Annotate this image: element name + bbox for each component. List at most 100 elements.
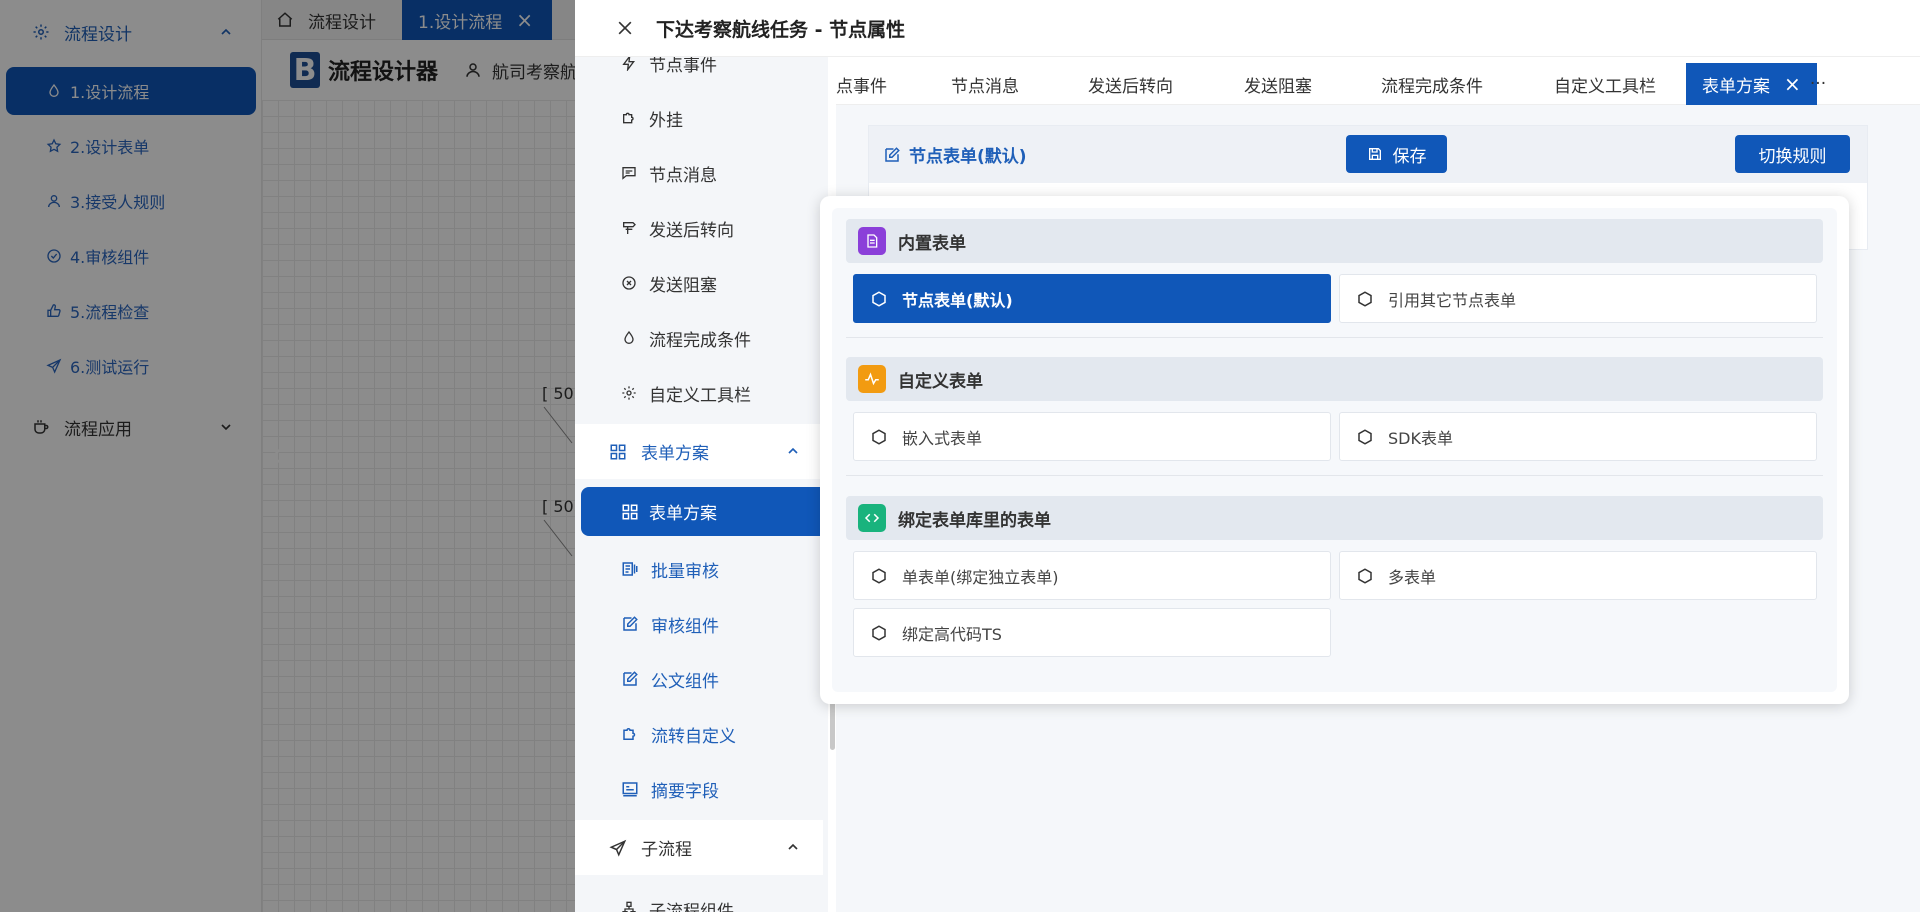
switch-rule-label: 切换规则	[1758, 146, 1827, 167]
tab-label: 表单方案	[1702, 76, 1770, 97]
section-builtin-form: 内置表单	[846, 219, 1823, 263]
menu-item-batch-audit[interactable]: 批量审核	[575, 543, 823, 595]
org-icon	[622, 901, 636, 912]
tab-node-event[interactable]: 点事件	[836, 63, 926, 105]
switch-rule-button[interactable]: 切换规则	[1735, 135, 1850, 173]
drop-icon	[624, 330, 634, 344]
form-type-popup: 内置表单 节点表单(默认) 引用其它节点表单 自定义表单 嵌入式表单 SDK表单	[820, 196, 1849, 704]
menu-item-flow-custom[interactable]: 流转自定义	[575, 708, 823, 760]
document-icon	[858, 227, 886, 255]
menu-item-label: 发送后转向	[649, 220, 734, 241]
section-title: 绑定表单库里的表单	[898, 510, 1051, 531]
menu-item-after-send[interactable]: 发送后转向	[575, 202, 823, 254]
grid-icon	[610, 444, 626, 459]
chevron-up-icon	[788, 843, 798, 850]
block-icon	[622, 276, 636, 290]
save-button-label: 保存	[1392, 146, 1427, 167]
menu-item-audit-component[interactable]: 审核组件	[575, 598, 823, 650]
tab-label: 发送阻塞	[1244, 76, 1312, 97]
menu-item-node-event[interactable]: 节点事件	[575, 57, 823, 89]
save-icon	[1368, 148, 1381, 160]
menu-item-label: 自定义工具栏	[649, 385, 751, 406]
property-tabs: 点事件 节点消息 发送后转向 发送阻塞 流程完成条件 自定义工具栏 表单方案 ×…	[836, 57, 1920, 105]
option-bind-high-code-ts[interactable]: 绑定高代码TS	[853, 608, 1331, 657]
summary-icon	[622, 782, 638, 797]
tab-label: 节点消息	[951, 76, 1019, 97]
option-reference-other-node-form[interactable]: 引用其它节点表单	[1339, 274, 1817, 323]
hexagon-icon	[1358, 428, 1372, 445]
hexagon-icon	[1358, 290, 1372, 307]
close-icon[interactable]	[615, 18, 635, 38]
tab-label: 流程完成条件	[1381, 76, 1483, 97]
menu-item-plugin[interactable]: 外挂	[575, 92, 823, 144]
section-title: 自定义表单	[898, 371, 983, 392]
code-icon	[858, 504, 886, 532]
tab-after-send[interactable]: 发送后转向	[1088, 63, 1173, 105]
popup-body: 内置表单 节点表单(默认) 引用其它节点表单 自定义表单 嵌入式表单 SDK表单	[832, 208, 1837, 692]
hexagon-icon	[1358, 567, 1372, 584]
grid-icon	[622, 504, 638, 519]
tab-send-block[interactable]: 发送阻塞	[1244, 63, 1312, 105]
option-label: 多表单	[1388, 567, 1437, 587]
menu-item-label: 摘要字段	[651, 781, 719, 802]
drawer-side-menu: 节点事件 外挂 节点消息 发送后转向 发送阻塞 流程完成条件 自定义工具栏 表单…	[575, 57, 828, 912]
menu-item-document-component[interactable]: 公文组件	[575, 653, 823, 705]
option-embedded-form[interactable]: 嵌入式表单	[853, 412, 1331, 461]
hexagon-icon	[872, 428, 886, 445]
menu-item-label: 流转自定义	[651, 726, 736, 747]
section-bind-library-form: 绑定表单库里的表单	[846, 496, 1823, 540]
option-node-form-default[interactable]: 节点表单(默认)	[853, 274, 1331, 323]
section-title: 内置表单	[898, 233, 966, 254]
edit-icon	[623, 671, 638, 686]
save-button[interactable]: 保存	[1346, 135, 1447, 173]
section-custom-form: 自定义表单	[846, 357, 1823, 401]
menu-item-label: 公文组件	[651, 671, 719, 692]
pulse-icon	[858, 365, 886, 393]
tab-label: 自定义工具栏	[1554, 76, 1656, 97]
menu-item-complete-condition[interactable]: 流程完成条件	[575, 312, 823, 364]
more-tabs-button[interactable]: ···	[1796, 63, 1840, 105]
menu-item-label: 发送阻塞	[649, 275, 717, 296]
tab-custom-toolbar[interactable]: 自定义工具栏	[1554, 63, 1656, 105]
hexagon-icon	[872, 290, 886, 307]
menu-item-send-block[interactable]: 发送阻塞	[575, 257, 823, 309]
option-label: 节点表单(默认)	[902, 290, 1013, 310]
gear-icon	[622, 386, 636, 400]
option-label: 绑定高代码TS	[902, 624, 1002, 644]
menu-item-subflow-component[interactable]: 子流程组件	[575, 883, 823, 912]
section-divider	[846, 475, 1823, 476]
edit-icon	[623, 616, 638, 631]
signpost-icon	[623, 222, 636, 234]
menu-item-label: 表单方案	[649, 504, 717, 524]
drawer-title: 下达考察航线任务 - 节点属性	[656, 18, 906, 41]
option-label: 嵌入式表单	[902, 428, 983, 448]
menu-group-subflow[interactable]: 子流程	[575, 820, 823, 875]
option-label: SDK表单	[1388, 428, 1453, 448]
menu-group-form-scheme[interactable]: 表单方案	[575, 424, 823, 479]
message-icon	[622, 167, 636, 180]
tab-node-message[interactable]: 节点消息	[951, 63, 1019, 105]
option-label: 单表单(绑定独立表单)	[902, 567, 1059, 587]
send-icon	[609, 839, 627, 857]
menu-item-label: 节点消息	[649, 165, 717, 186]
hexagon-icon	[872, 624, 886, 641]
puzzle-icon	[623, 112, 634, 124]
menu-item-form-scheme[interactable]: 表单方案	[581, 487, 823, 536]
hexagon-icon	[872, 567, 886, 584]
option-multi-form[interactable]: 多表单	[1339, 551, 1817, 600]
menu-item-label: 审核组件	[651, 616, 719, 637]
puzzle-icon	[623, 728, 636, 740]
section-divider	[846, 337, 1823, 338]
menu-group-label: 子流程	[641, 840, 692, 860]
menu-item-custom-toolbar[interactable]: 自定义工具栏	[575, 367, 823, 419]
more-icon: ···	[1809, 74, 1827, 94]
option-sdk-form[interactable]: SDK表单	[1339, 412, 1817, 461]
option-label: 引用其它节点表单	[1388, 290, 1517, 310]
menu-item-label: 流程完成条件	[649, 330, 751, 351]
tab-complete-condition[interactable]: 流程完成条件	[1381, 63, 1483, 105]
menu-item-node-message[interactable]: 节点消息	[575, 147, 823, 199]
menu-item-summary-field[interactable]: 摘要字段	[575, 763, 823, 815]
drawer-header: 下达考察航线任务 - 节点属性	[575, 0, 1920, 57]
option-single-form[interactable]: 单表单(绑定独立表单)	[853, 551, 1331, 600]
tab-label: 点事件	[836, 76, 887, 97]
